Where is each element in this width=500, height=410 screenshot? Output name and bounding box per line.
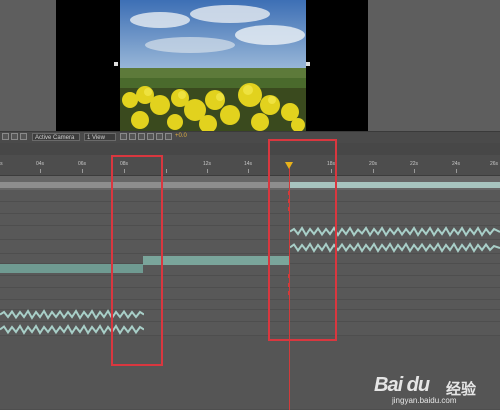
ruler-tick: [40, 169, 41, 173]
exposure-reset-icon[interactable]: [165, 133, 172, 140]
comp-flowchart-icon[interactable]: [147, 133, 154, 140]
annotation-box-right: [268, 139, 337, 341]
track-row: [0, 288, 500, 300]
time-ruler[interactable]: 0s 04s 06s 08s 12s 14s 18s 20s 22s 24s 2…: [0, 155, 500, 176]
baidu-jingyan-watermark: Bai du 经验 jingyan.baidu.com: [374, 372, 494, 406]
ruler-label: 04s: [35, 161, 45, 167]
guides-toggle-icon[interactable]: [11, 133, 18, 140]
ruler-tick: [248, 169, 249, 173]
ruler-tick: [414, 169, 415, 173]
ruler-label: 20s: [368, 161, 378, 167]
ruler-tick: [456, 169, 457, 173]
timeline-header-gap: [0, 143, 500, 155]
ruler-tick: [373, 169, 374, 173]
timeline-icon[interactable]: [138, 133, 145, 140]
watermark-url: jingyan.baidu.com: [392, 396, 457, 405]
ruler-label: 0s: [0, 161, 3, 167]
snapshot-icon[interactable]: [156, 133, 163, 140]
grid-toggle-icon[interactable]: [2, 133, 9, 140]
ruler-label: 12s: [202, 161, 212, 167]
track-row: [0, 190, 500, 202]
view-layout-dropdown[interactable]: 1 View: [84, 133, 116, 141]
ruler-label: 26s: [489, 161, 499, 167]
frame-handle-left[interactable]: [114, 62, 118, 66]
frame-handle-right[interactable]: [306, 62, 310, 66]
fast-preview-icon[interactable]: [129, 133, 136, 140]
exposure-value[interactable]: +0.0: [175, 133, 187, 139]
ruler-label: 14s: [243, 161, 253, 167]
ruler-tick: [82, 169, 83, 173]
channel-toggle-icon[interactable]: [20, 133, 27, 140]
ruler-label: 22s: [409, 161, 419, 167]
footage-preview-image: [120, 0, 306, 131]
composition-viewer: [0, 0, 500, 131]
active-camera-dropdown[interactable]: Active Camera: [32, 133, 80, 141]
watermark-brand: Bai du: [374, 374, 430, 396]
toggle-pixel-aspect-icon[interactable]: [120, 133, 127, 140]
track-row: [0, 214, 500, 226]
ruler-label: 24s: [451, 161, 461, 167]
track-row: [0, 276, 500, 288]
annotation-box-left: [111, 155, 163, 366]
ruler-tick: [207, 169, 208, 173]
ruler-label: 06s: [77, 161, 87, 167]
ruler-tick: [166, 169, 167, 173]
track-row: [0, 202, 500, 214]
